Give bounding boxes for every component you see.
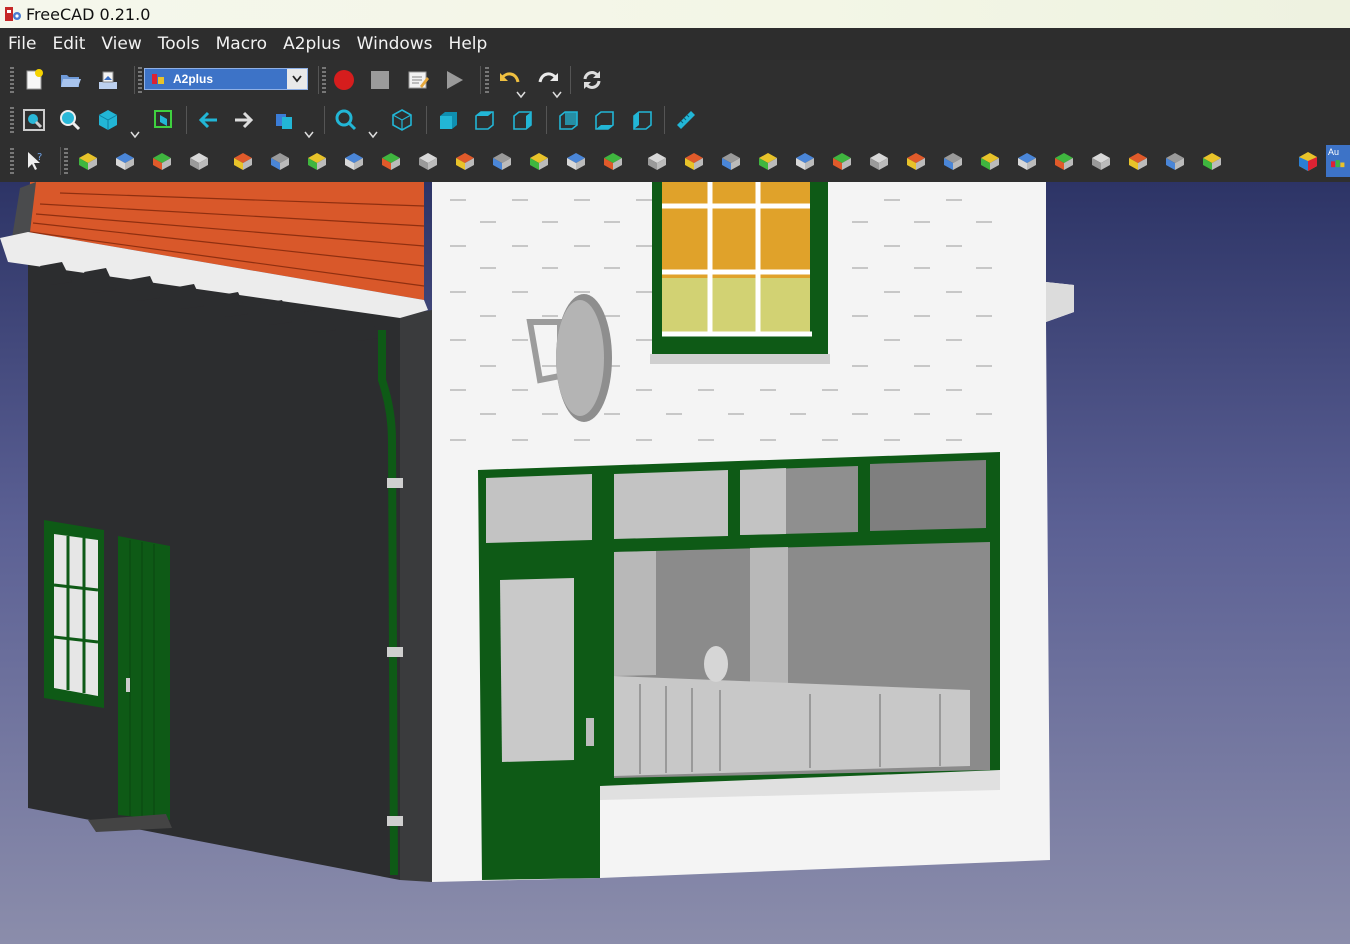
constraint-point-plane-icon[interactable] — [599, 147, 627, 175]
constraint-point-edge-icon[interactable] — [562, 147, 590, 175]
chevron-down-icon[interactable] — [130, 126, 140, 139]
left-view-icon[interactable] — [628, 106, 656, 134]
duplicate-icon[interactable] — [377, 147, 405, 175]
bottom-view-icon[interactable] — [590, 106, 618, 134]
point-on-line-icon[interactable] — [717, 147, 745, 175]
show-dof-icon[interactable] — [451, 147, 479, 175]
what-this-icon[interactable]: ? — [20, 147, 48, 175]
toolbar-grip[interactable] — [10, 148, 14, 174]
freecad-logo-icon — [4, 5, 22, 23]
title-bar: FreeCAD 0.21.0 — [0, 0, 1350, 28]
auto-button[interactable]: Au — [1326, 145, 1350, 177]
toolbar-grip[interactable] — [10, 107, 14, 133]
menu-windows[interactable]: Windows — [349, 28, 441, 60]
delete-constraint-icon[interactable] — [643, 147, 671, 175]
edit-part-icon[interactable] — [185, 147, 213, 175]
fit-all-icon[interactable] — [20, 106, 48, 134]
convert-part-icon[interactable] — [414, 147, 442, 175]
axis-parallel-icon[interactable] — [828, 147, 856, 175]
constraint-point-icon[interactable] — [525, 147, 553, 175]
cube-color-icon[interactable] — [1294, 147, 1322, 175]
menu-a2plus[interactable]: A2plus — [275, 28, 349, 60]
plane-normal-icon[interactable] — [1198, 147, 1226, 175]
axis-plane-normal-icon[interactable] — [1161, 147, 1189, 175]
side-window — [44, 520, 104, 708]
menu-file[interactable]: File — [0, 28, 44, 60]
toolbar-row-3: ? Au — [0, 141, 1350, 182]
parallel-lines-icon[interactable] — [902, 147, 930, 175]
toolbar-grip[interactable] — [322, 67, 326, 93]
update-all-icon[interactable] — [266, 147, 294, 175]
center-of-mass-icon[interactable] — [1087, 147, 1115, 175]
solve-icon[interactable] — [303, 147, 331, 175]
angled-planes-icon[interactable] — [976, 147, 1004, 175]
toolbar-grip[interactable] — [10, 67, 14, 93]
sphere-constraint-icon[interactable] — [680, 147, 708, 175]
top-view-icon[interactable] — [470, 106, 498, 134]
zoom-icon[interactable] — [332, 106, 360, 134]
bounding-box-icon[interactable] — [150, 106, 178, 134]
a2plus-workbench-icon — [152, 74, 164, 84]
toolbar-grip[interactable] — [138, 67, 142, 93]
menu-macro[interactable]: Macro — [208, 28, 275, 60]
menu-edit[interactable]: Edit — [44, 28, 93, 60]
perpendicular-icon[interactable] — [1050, 147, 1078, 175]
workbench-selector[interactable]: A2plus — [144, 68, 308, 90]
edit-macro-icon[interactable] — [404, 66, 432, 94]
new-document-icon[interactable] — [20, 66, 48, 94]
chevron-down-icon[interactable] — [304, 126, 314, 139]
forward-icon[interactable] — [230, 106, 258, 134]
multi-part-icon[interactable] — [340, 147, 368, 175]
add-part-icon[interactable] — [74, 147, 102, 175]
chevron-down-icon[interactable] — [552, 86, 562, 99]
menu-help[interactable]: Help — [441, 28, 496, 60]
back-icon[interactable] — [194, 106, 222, 134]
plane-coincident-icon[interactable] — [1013, 147, 1041, 175]
auto-label: Au — [1328, 147, 1340, 157]
3d-viewport[interactable] — [0, 182, 1350, 944]
measure-icon[interactable] — [672, 106, 700, 134]
refresh-icon[interactable] — [578, 66, 606, 94]
sync-view-icon[interactable] — [270, 106, 298, 134]
fit-selection-icon[interactable] — [56, 106, 84, 134]
isometric-icon[interactable] — [388, 106, 416, 134]
chevron-down-icon[interactable] — [368, 126, 378, 139]
menu-view[interactable]: View — [93, 28, 149, 60]
front-view-icon[interactable] — [434, 106, 462, 134]
circular-edge-icon[interactable] — [754, 147, 782, 175]
open-folder-icon[interactable] — [111, 147, 139, 175]
toolbar-row-1: A2plus — [0, 60, 1350, 100]
menu-tools[interactable]: Tools — [150, 28, 208, 60]
move-part-icon[interactable] — [488, 147, 516, 175]
toolbar-row-2 — [0, 100, 1350, 141]
run-macro-icon[interactable] — [440, 66, 468, 94]
svg-text:?: ? — [37, 152, 42, 163]
planes-parallel-icon[interactable] — [939, 147, 967, 175]
open-document-icon[interactable] — [56, 66, 84, 94]
update-assembly-icon[interactable] — [229, 147, 257, 175]
stop-macro-icon[interactable] — [366, 66, 394, 94]
toolbar-grip[interactable] — [485, 67, 489, 93]
chevron-down-icon[interactable] — [516, 86, 526, 99]
save-document-icon[interactable] — [94, 66, 122, 94]
upper-window — [650, 182, 830, 364]
axis-plane-angle-icon[interactable] — [1124, 147, 1152, 175]
right-view-icon[interactable] — [508, 106, 536, 134]
auto-icon — [1331, 160, 1345, 168]
record-macro-icon[interactable] — [330, 66, 358, 94]
import-part-icon[interactable] — [148, 147, 176, 175]
toolbar-grip[interactable] — [64, 148, 68, 174]
draw-style-icon[interactable] — [94, 106, 122, 134]
menu-bar: File Edit View Tools Macro A2plus Window… — [0, 28, 1350, 60]
window-title: FreeCAD 0.21.0 — [26, 4, 151, 24]
rear-view-icon[interactable] — [554, 106, 582, 134]
axis-plane-parallel-icon[interactable] — [865, 147, 893, 175]
axial-icon[interactable] — [791, 147, 819, 175]
workbench-selector-value: A2plus — [173, 72, 214, 86]
building-model — [0, 182, 1074, 882]
chevron-down-icon[interactable] — [287, 69, 307, 89]
